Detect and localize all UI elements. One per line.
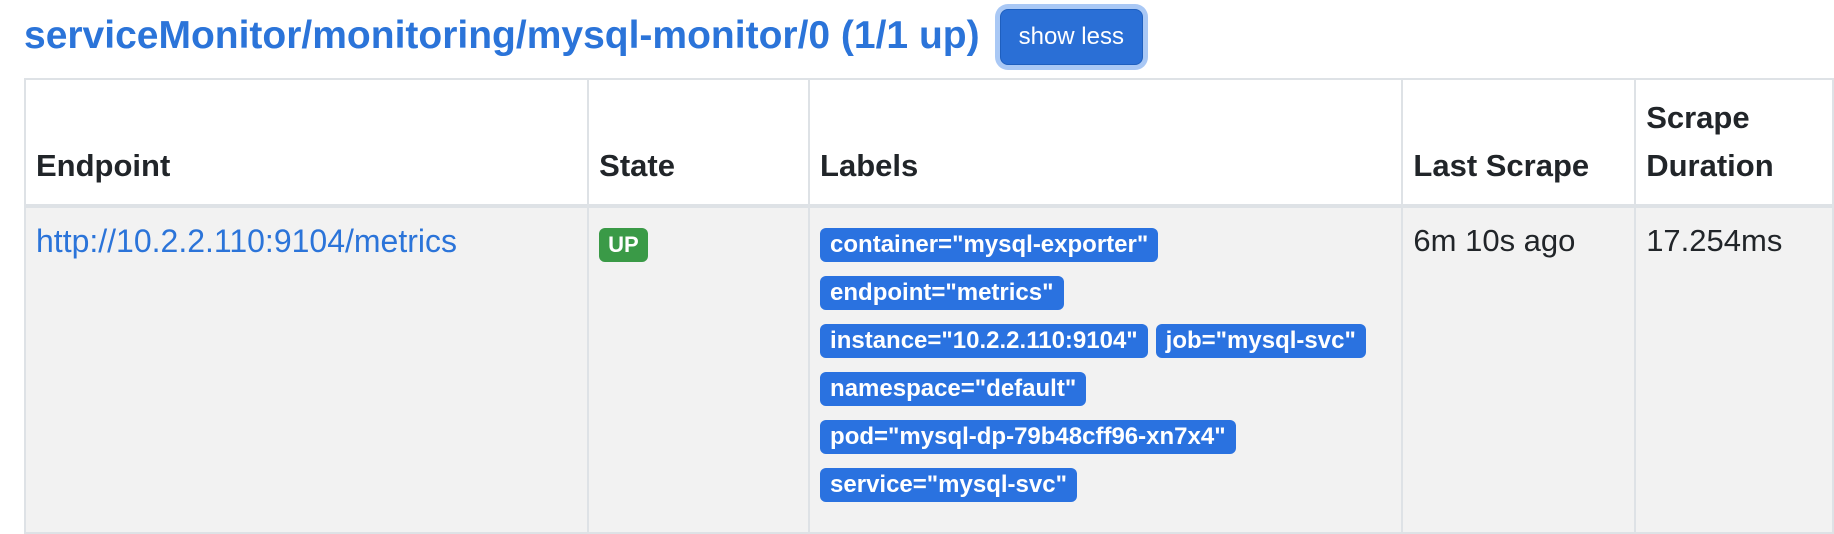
table-header: Endpoint State Labels Last Scrape Scrape…: [23, 78, 1834, 208]
column-header-state: State: [587, 78, 811, 208]
last-scrape-value: 6m 10s ago: [1413, 223, 1576, 258]
endpoint-link[interactable]: http://10.2.2.110:9104/metrics: [36, 223, 457, 259]
label-badge-namespace: namespace="default": [820, 372, 1087, 406]
header-row: Endpoint State Labels Last Scrape Scrape…: [23, 78, 1834, 208]
labels-cell: container="mysql-exporter" endpoint="met…: [808, 205, 1404, 534]
job-header: serviceMonitor/monitoring/mysql-monitor/…: [24, 6, 1143, 66]
label-badge-pod: pod="mysql-dp-79b48cff96-xn7x4": [820, 420, 1236, 454]
state-badge: UP: [599, 228, 648, 262]
scrape-duration-value: 17.254ms: [1646, 223, 1783, 258]
labels-list: container="mysql-exporter" endpoint="met…: [820, 228, 1391, 502]
label-badge-endpoint: endpoint="metrics": [820, 276, 1064, 310]
last-scrape-cell: 6m 10s ago: [1401, 205, 1637, 534]
label-badge-container: container="mysql-exporter": [820, 228, 1159, 262]
column-header-scrape-duration: Scrape Duration: [1634, 78, 1834, 208]
table-body: http://10.2.2.110:9104/metrics UP contai…: [23, 205, 1834, 534]
label-badge-service: service="mysql-svc": [820, 468, 1077, 502]
job-title-link[interactable]: serviceMonitor/monitoring/mysql-monitor/…: [24, 14, 980, 58]
column-header-endpoint: Endpoint: [23, 78, 590, 208]
label-badge-job: job="mysql-svc": [1155, 324, 1366, 358]
column-header-labels: Labels: [808, 78, 1404, 208]
table-row: http://10.2.2.110:9104/metrics UP contai…: [23, 205, 1834, 534]
column-header-last-scrape: Last Scrape: [1401, 78, 1637, 208]
show-less-button[interactable]: show less: [999, 9, 1143, 65]
state-cell: UP: [587, 205, 811, 534]
scrape-duration-cell: 17.254ms: [1634, 205, 1834, 534]
endpoint-cell: http://10.2.2.110:9104/metrics: [23, 205, 590, 534]
label-badge-instance: instance="10.2.2.110:9104": [820, 324, 1148, 358]
targets-table: Endpoint State Labels Last Scrape Scrape…: [23, 78, 1834, 534]
